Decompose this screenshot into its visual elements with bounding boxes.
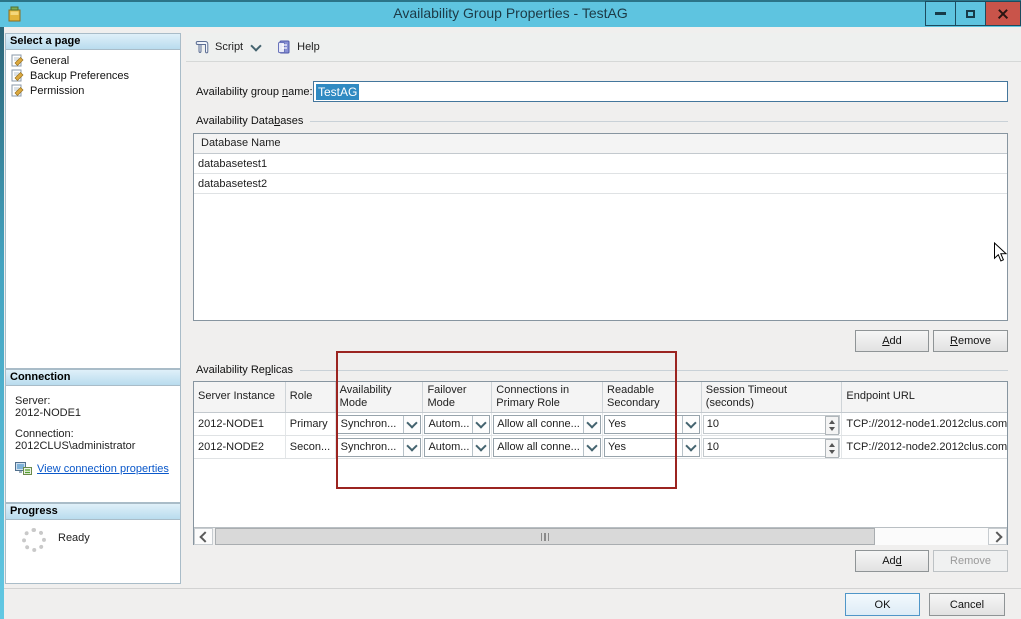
databases-table: Database Name databasetest1 databasetest… (193, 133, 1008, 321)
scroll-left-button[interactable] (194, 528, 213, 545)
page-icon (11, 69, 25, 82)
dialog-toolbar: Script Help (186, 33, 1021, 62)
connection-header: Connection (6, 370, 180, 386)
page-icon (11, 84, 25, 97)
session-timeout-spinner[interactable]: 10 (703, 438, 841, 457)
server-instance-cell: 2012-NODE1 (194, 413, 286, 435)
endpoint-url-cell[interactable]: TCP://2012-node2.2012clus.com (842, 436, 1007, 458)
server-instance-cell: 2012-NODE2 (194, 436, 286, 458)
connection-value: 2012CLUS\administrator (15, 440, 180, 452)
group-name-selected-text: TestAG (316, 84, 359, 100)
databases-column-header[interactable]: Database Name (194, 134, 1007, 153)
sidebar-item-backup-preferences[interactable]: Backup Preferences (6, 68, 180, 83)
minimize-icon (935, 12, 946, 15)
mouse-cursor (993, 242, 1008, 268)
connection-panel: Connection Server: 2012-NODE1 Connection… (5, 369, 181, 503)
progress-header: Progress (6, 504, 180, 520)
view-connection-properties-link[interactable]: View connection properties (37, 463, 169, 475)
close-button[interactable] (985, 1, 1021, 26)
window-left-frame (0, 27, 4, 619)
horizontal-scrollbar[interactable] (194, 527, 1007, 545)
sidebar-item-general[interactable]: General (6, 53, 180, 68)
col-session-timeout[interactable]: Session Timeout (seconds) (702, 382, 843, 412)
databases-section-label: Availability Databases (196, 115, 303, 127)
session-timeout-spinner[interactable]: 10 (703, 415, 841, 434)
close-icon (997, 8, 1009, 20)
database-row[interactable]: databasetest2 (194, 174, 1007, 194)
databases-add-button[interactable]: Add (855, 330, 929, 352)
server-label: Server: (15, 395, 180, 407)
script-icon (193, 39, 210, 55)
chevron-down-icon[interactable] (682, 416, 699, 433)
maximize-icon (966, 10, 975, 18)
replicas-section-label: Availability Replicas (196, 364, 293, 376)
scrollbar-thumb[interactable] (215, 528, 875, 545)
red-annotation-rectangle (336, 351, 677, 489)
maximize-button[interactable] (955, 1, 986, 26)
ok-button[interactable]: OK (845, 593, 920, 616)
role-cell: Primary (286, 413, 336, 435)
col-endpoint-url[interactable]: Endpoint URL (842, 382, 1007, 412)
select-a-page-header: Select a page (6, 34, 180, 50)
spinner-arrows-icon[interactable] (825, 439, 839, 458)
server-value: 2012-NODE1 (15, 407, 180, 419)
script-dropdown-icon[interactable] (250, 40, 261, 51)
databases-remove-button[interactable]: Remove (933, 330, 1008, 352)
help-button[interactable]: Help (297, 41, 320, 53)
cancel-button[interactable]: Cancel (929, 593, 1005, 616)
script-button[interactable]: Script (215, 41, 243, 53)
window-title: Availability Group Properties - TestAG (0, 5, 1021, 21)
progress-panel: Progress Ready (5, 503, 181, 584)
replicas-remove-button[interactable]: Remove (933, 550, 1008, 572)
chevron-left-icon (199, 531, 210, 542)
availability-group-properties-dialog: Availability Group Properties - TestAG S… (0, 0, 1021, 619)
progress-status: Ready (58, 532, 90, 544)
replicas-add-button[interactable]: Add (855, 550, 929, 572)
endpoint-url-cell[interactable]: TCP://2012-node1.2012clus.com (842, 413, 1007, 435)
col-server-instance[interactable]: Server Instance (194, 382, 286, 412)
chevron-right-icon (991, 531, 1002, 542)
connection-label: Connection: (15, 428, 180, 440)
group-name-label: Availability group name: (196, 86, 313, 98)
role-cell: Secon... (286, 436, 336, 458)
scroll-right-button[interactable] (988, 528, 1007, 545)
minimize-button[interactable] (925, 1, 956, 26)
help-icon (276, 39, 292, 55)
select-a-page-panel: Select a page General Backup Preferences… (5, 33, 181, 369)
spinner-arrows-icon[interactable] (825, 416, 839, 435)
group-name-input[interactable]: TestAG (313, 81, 1008, 102)
bottom-separator (4, 588, 1021, 589)
chevron-down-icon[interactable] (682, 439, 699, 456)
col-role[interactable]: Role (286, 382, 336, 412)
page-icon (11, 54, 25, 67)
connection-properties-icon (15, 461, 32, 476)
database-row[interactable]: databasetest1 (194, 154, 1007, 174)
sidebar-item-permission[interactable]: Permission (6, 83, 180, 98)
databases-group-line (310, 121, 1008, 122)
progress-spinner-icon (22, 528, 46, 552)
